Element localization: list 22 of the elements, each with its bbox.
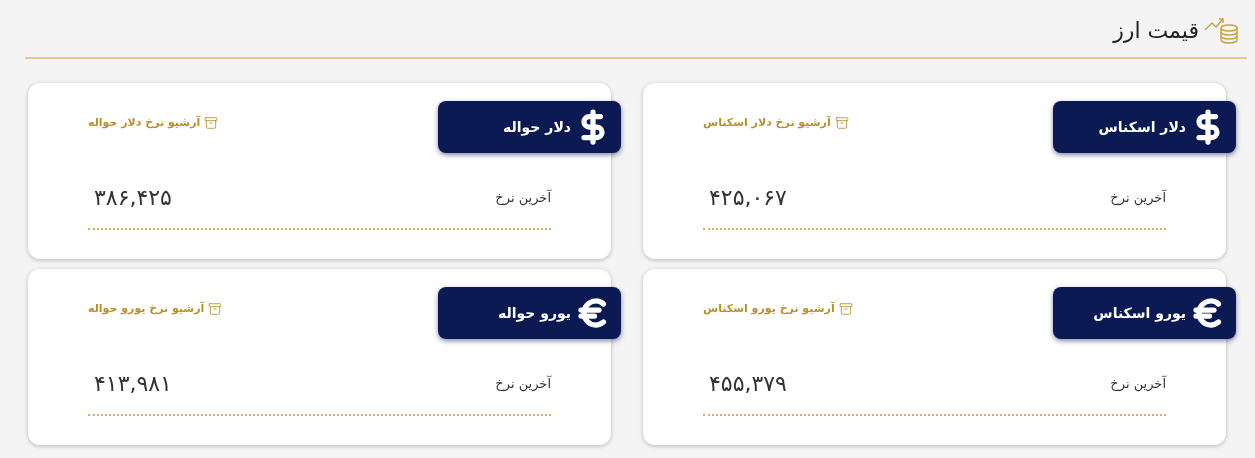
archive-icon <box>834 116 849 131</box>
rate-value: ۴۵۵,۳۷۹ <box>709 370 787 398</box>
archive-link[interactable]: آرشیو نرخ یورو حواله <box>88 301 223 318</box>
page-title: قیمت ارز <box>1113 17 1199 45</box>
rate-label: آخرین نرخ <box>495 188 551 208</box>
archive-link[interactable]: آرشیو نرخ دلار اسکناس <box>703 115 849 132</box>
coins-trend-icon <box>1203 15 1239 46</box>
archive-link[interactable]: آرشیو نرخ یورو اسکناس <box>703 301 853 318</box>
archive-link[interactable]: آرشیو نرخ دلار حواله <box>88 115 219 132</box>
archive-icon <box>204 116 219 131</box>
rate-label: آخرین نرخ <box>495 374 551 394</box>
currency-name: یورو اسکناس <box>1093 303 1186 324</box>
currency-name: دلار حواله <box>503 117 571 138</box>
archive-icon <box>208 302 223 317</box>
rate-label: آخرین نرخ <box>1110 188 1166 208</box>
currency-name: دلار اسکناس <box>1098 117 1186 137</box>
archive-icon <box>838 302 853 317</box>
rate-value: ۴۲۵,۰۶۷ <box>709 184 787 212</box>
currency-name: یورو حواله <box>497 303 571 324</box>
rate-value: ۴۱۳,۹۸۱ <box>94 370 172 398</box>
rate-value: ۳۸۶,۴۲۵ <box>94 184 172 212</box>
rate-label: آخرین نرخ <box>1110 374 1166 394</box>
